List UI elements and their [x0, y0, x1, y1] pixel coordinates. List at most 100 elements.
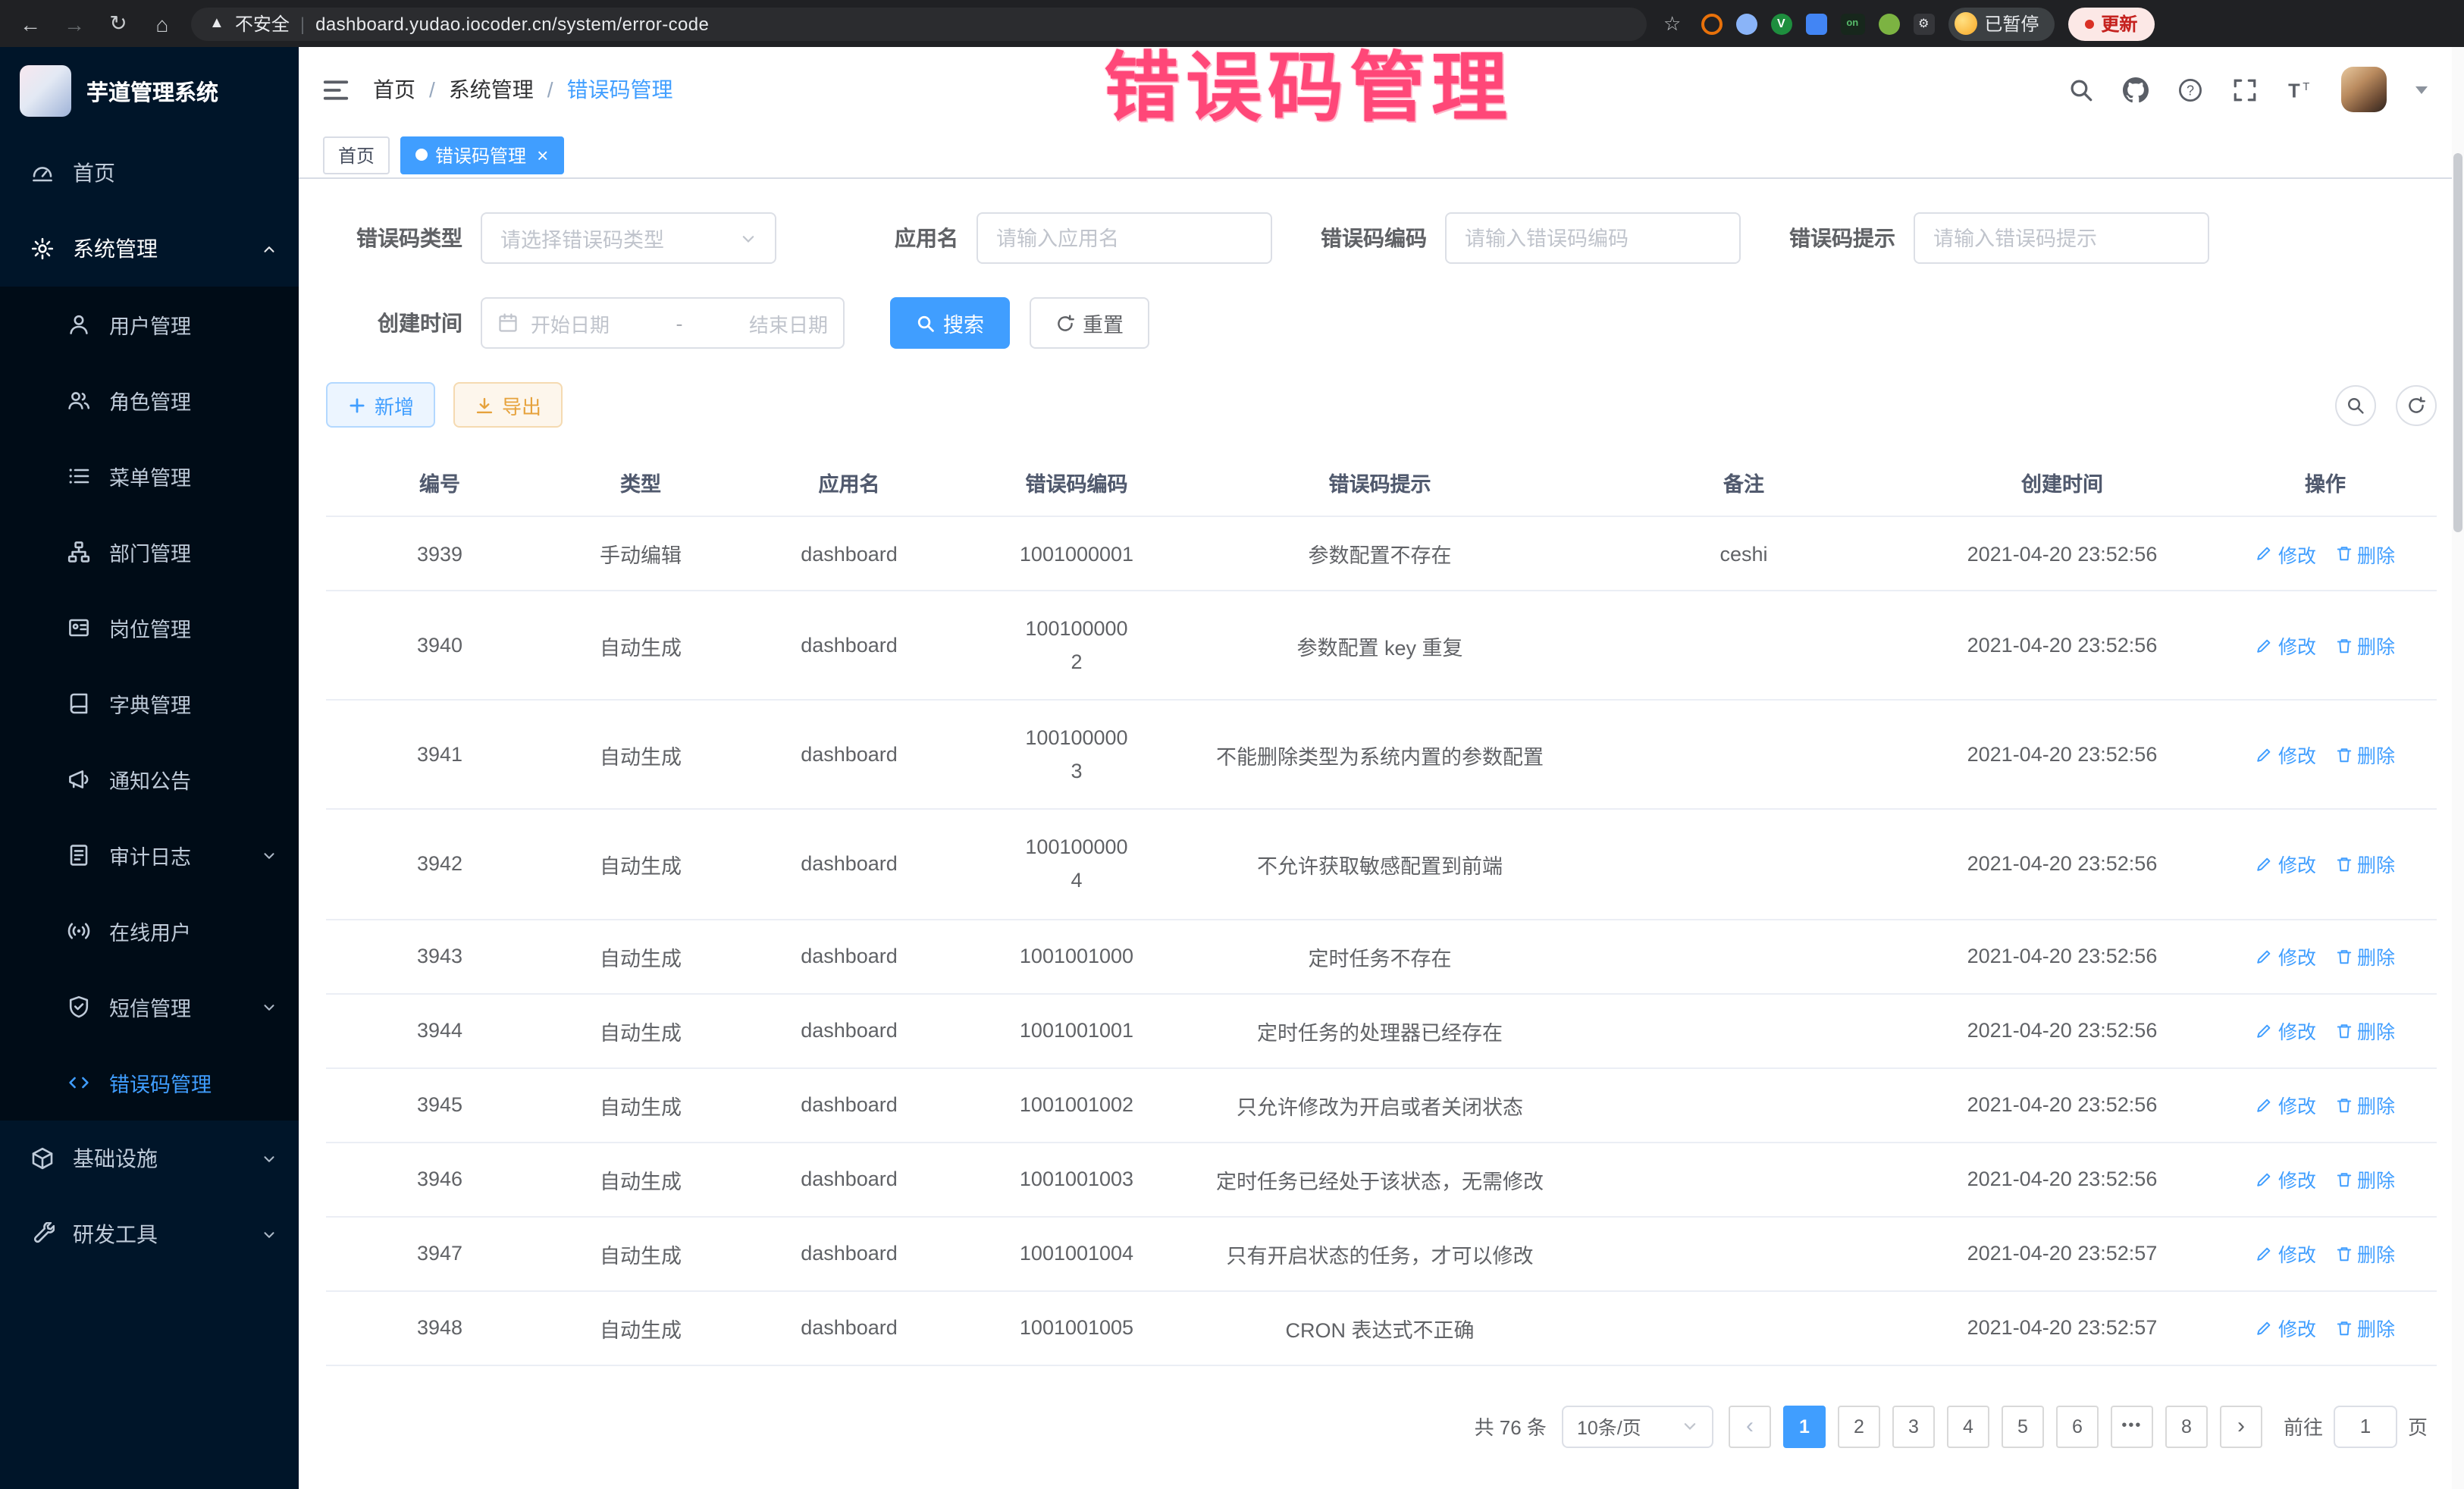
cell-app: dashboard	[728, 1290, 970, 1365]
address-bar[interactable]: ▲ 不安全 | dashboard.yudao.iocoder.cn/syste…	[191, 7, 1647, 40]
font-size-icon[interactable]: TT	[2287, 77, 2312, 102]
delete-link[interactable]: 删除	[2334, 1313, 2395, 1342]
goto-page-input[interactable]	[2334, 1405, 2397, 1447]
error-type-select[interactable]: 请选择错误码类型	[481, 212, 776, 264]
breadcrumb-current: 错误码管理	[567, 74, 673, 105]
sidebar-item-label: 部门管理	[109, 537, 191, 567]
edit-link[interactable]: 修改	[2256, 1090, 2316, 1119]
sidebar-item-dict-management[interactable]: 字典管理	[0, 666, 299, 741]
edit-link[interactable]: 修改	[2256, 741, 2316, 770]
extension-icon[interactable]: V	[1770, 13, 1792, 34]
toggle-search-button[interactable]	[2335, 384, 2376, 425]
page-button-4[interactable]: 4	[1947, 1405, 1989, 1447]
trash-icon	[2334, 544, 2353, 563]
filter-label-type: 错误码类型	[326, 223, 462, 253]
date-range-picker[interactable]: 开始日期 - 结束日期	[481, 297, 845, 349]
sidebar-item-label: 短信管理	[109, 992, 191, 1022]
edit-pencil-icon	[2256, 1096, 2274, 1114]
delete-link[interactable]: 删除	[2334, 1165, 2395, 1193]
edit-link[interactable]: 修改	[2256, 1239, 2316, 1268]
chevron-down-icon[interactable]	[2415, 86, 2428, 93]
prev-page-button[interactable]: ‹	[1729, 1405, 1771, 1447]
extensions-puzzle-icon[interactable]: ⚙	[1913, 13, 1934, 34]
edit-link[interactable]: 修改	[2256, 1313, 2316, 1342]
page-button-8[interactable]: 8	[2165, 1405, 2208, 1447]
back-icon[interactable]: ←	[15, 11, 45, 36]
profile-badge[interactable]: 已暂停	[1948, 7, 2054, 40]
app-name-input[interactable]	[977, 212, 1272, 264]
error-code-input[interactable]	[1445, 212, 1741, 264]
sidebar-item-audit-log[interactable]: 审计日志	[0, 817, 299, 893]
sidebar-item-online-user[interactable]: 在线用户	[0, 893, 299, 969]
sidebar-item-dev-tools[interactable]: 研发工具	[0, 1196, 299, 1272]
sidebar-item-menu-management[interactable]: 菜单管理	[0, 438, 299, 514]
page-button-2[interactable]: 2	[1838, 1405, 1880, 1447]
github-icon[interactable]	[2123, 77, 2149, 102]
sidebar-item-notice-announcement[interactable]: 通知公告	[0, 741, 299, 817]
delete-link[interactable]: 删除	[2334, 741, 2395, 770]
error-hint-input[interactable]	[1914, 212, 2209, 264]
delete-link[interactable]: 删除	[2334, 539, 2395, 568]
page-ellipsis[interactable]: •••	[2111, 1405, 2153, 1447]
sidebar-item-dept-management[interactable]: 部门管理	[0, 514, 299, 590]
code-icon	[67, 1071, 91, 1095]
close-icon[interactable]: ×	[537, 145, 548, 165]
delete-link[interactable]: 删除	[2334, 1090, 2395, 1119]
sidebar-toggle-icon[interactable]	[321, 75, 350, 104]
tab-home[interactable]: 首页	[323, 136, 390, 174]
breadcrumb-home[interactable]: 首页	[373, 74, 415, 105]
page-button-1[interactable]: 1	[1783, 1405, 1826, 1447]
sidebar-item-user-management[interactable]: 用户管理	[0, 287, 299, 362]
delete-link[interactable]: 删除	[2334, 1239, 2395, 1268]
sidebar-item-home[interactable]: 首页	[0, 135, 299, 211]
breadcrumb-system[interactable]: 系统管理	[449, 74, 534, 105]
reload-icon[interactable]: ↻	[103, 11, 133, 36]
scrollbar-thumb[interactable]	[2453, 153, 2462, 532]
help-icon[interactable]: ?	[2177, 77, 2203, 102]
refresh-table-button[interactable]	[2396, 384, 2437, 425]
app-logo[interactable]: 芋道管理系统	[0, 47, 299, 135]
extension-icon[interactable]	[1701, 13, 1722, 34]
refresh-icon	[2406, 395, 2426, 415]
edit-link[interactable]: 修改	[2256, 1165, 2316, 1193]
forward-icon[interactable]: →	[59, 11, 89, 36]
page-button-3[interactable]: 3	[1892, 1405, 1935, 1447]
delete-link[interactable]: 删除	[2334, 942, 2395, 970]
extension-icon[interactable]	[1805, 13, 1826, 34]
edit-link[interactable]: 修改	[2256, 631, 2316, 660]
export-button[interactable]: 导出	[453, 382, 563, 428]
edit-link[interactable]: 修改	[2256, 1016, 2316, 1045]
search-icon[interactable]	[2068, 77, 2094, 102]
cell-hint: 定时任务已经处于该状态，无需修改	[1183, 1142, 1577, 1216]
sidebar-item-error-code-management[interactable]: 错误码管理	[0, 1045, 299, 1121]
extension-badge[interactable]: on	[1840, 13, 1864, 34]
sidebar-item-sms-management[interactable]: 短信管理	[0, 969, 299, 1045]
add-button[interactable]: 新增	[326, 382, 435, 428]
bookmark-star-icon[interactable]: ☆	[1663, 11, 1681, 36]
user-avatar[interactable]	[2341, 67, 2387, 112]
update-button[interactable]: 更新	[2067, 7, 2154, 40]
edit-link[interactable]: 修改	[2256, 850, 2316, 879]
cell-actions: 修改删除	[2214, 1142, 2437, 1216]
delete-link[interactable]: 删除	[2334, 1016, 2395, 1045]
sidebar-item-post-management[interactable]: 岗位管理	[0, 590, 299, 666]
fullscreen-icon[interactable]	[2232, 77, 2258, 102]
edit-link[interactable]: 修改	[2256, 539, 2316, 568]
sidebar-item-infrastructure[interactable]: 基础设施	[0, 1121, 299, 1196]
next-page-button[interactable]: ›	[2220, 1405, 2262, 1447]
sidebar-item-role-management[interactable]: 角色管理	[0, 362, 299, 438]
reset-button[interactable]: 重置	[1030, 297, 1149, 349]
search-button[interactable]: 搜索	[890, 297, 1010, 349]
delete-link[interactable]: 删除	[2334, 850, 2395, 879]
extension-icon[interactable]	[1878, 13, 1899, 34]
page-size-select[interactable]: 10条/页	[1562, 1405, 1713, 1447]
delete-link[interactable]: 删除	[2334, 631, 2395, 660]
tab-error-code[interactable]: 错误码管理 ×	[400, 136, 563, 174]
page-button-5[interactable]: 5	[2002, 1405, 2044, 1447]
sidebar-item-system-management[interactable]: 系统管理	[0, 211, 299, 287]
page-button-6[interactable]: 6	[2056, 1405, 2099, 1447]
extension-icon[interactable]	[1735, 13, 1757, 34]
edit-link[interactable]: 修改	[2256, 942, 2316, 970]
home-icon[interactable]: ⌂	[147, 11, 177, 36]
cell-memo	[1577, 700, 1911, 809]
